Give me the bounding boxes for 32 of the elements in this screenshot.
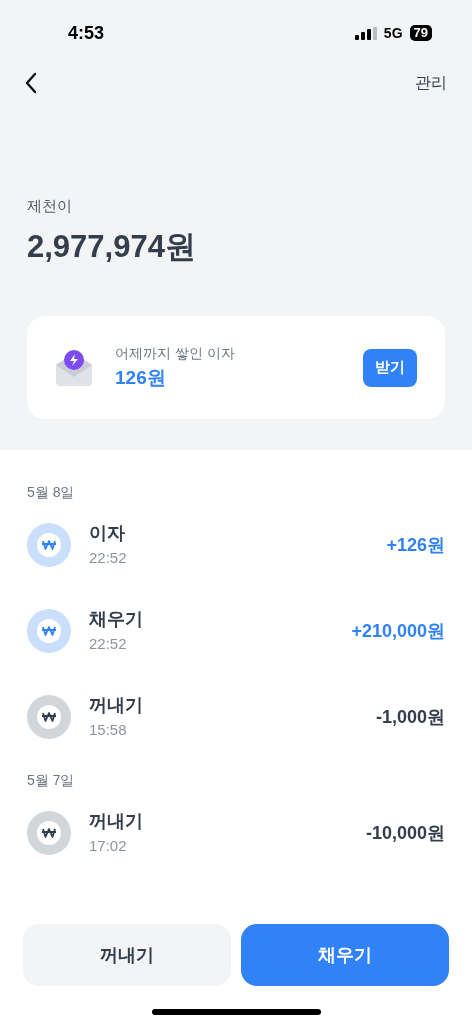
transaction-amount: -10,000원 [365,821,445,845]
network-label: 5G [383,23,403,43]
manage-link[interactable]: 관리 [415,71,447,95]
status-time: 4:53 [68,21,105,45]
fill-button[interactable]: 채우기 [241,924,449,986]
withdraw-button[interactable]: 꺼내기 [23,924,231,986]
signal-icon [354,26,377,40]
date-header: 5월 7일 [27,771,76,790]
won-icon [27,523,71,567]
transaction-amount: -1,000원 [375,705,445,729]
transaction-amount: +210,000원 [351,619,445,643]
won-icon [27,811,71,855]
transaction-title: 꺼내기 [89,694,144,718]
transaction-time: 17:02 [89,836,128,857]
transaction-title: 꺼내기 [89,810,144,834]
transaction-title: 채우기 [89,608,144,632]
back-icon[interactable] [25,72,37,94]
transaction-time: 22:52 [89,634,128,655]
transaction-title: 이자 [89,522,126,546]
won-icon [27,609,71,653]
receive-button[interactable]: 받기 [363,348,417,387]
interest-label: 어제까지 쌓인 이자 [115,343,236,363]
account-name: 제천이 [27,196,73,216]
transaction-time: 15:58 [89,720,128,741]
won-icon [27,695,71,739]
date-header: 5월 8일 [27,483,76,502]
transaction-amount: +126원 [386,533,445,557]
transaction-time: 22:52 [89,548,128,569]
account-balance: 2,977,974원 [27,227,197,266]
interest-amount: 126원 [115,365,167,390]
battery-level: 79 [409,25,432,41]
envelope-icon [55,348,93,387]
